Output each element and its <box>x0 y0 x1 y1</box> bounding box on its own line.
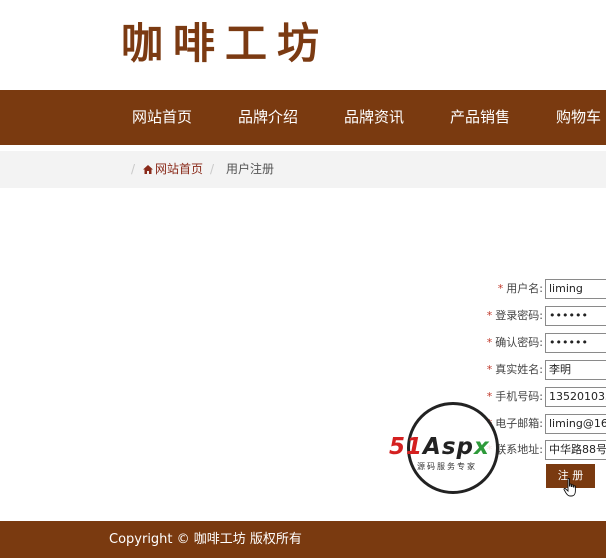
site-logo[interactable]: 咖啡工坊 <box>121 18 329 70</box>
watermark: 51Aspx 源码服务专家 <box>389 402 509 494</box>
nav-item-product-sales[interactable]: 产品销售 <box>450 90 510 145</box>
breadcrumb-separator: / <box>131 162 136 176</box>
watermark-brand: 51Aspx <box>389 434 490 460</box>
breadcrumb-home-link[interactable]: 网站首页 <box>143 151 203 188</box>
main-nav: 网站首页 品牌介绍 品牌资讯 产品销售 购物车 <box>0 90 606 145</box>
email-field[interactable]: liming@163.com <box>545 414 606 434</box>
username-field[interactable]: liming <box>545 279 606 299</box>
watermark-subtitle: 源码服务专家 <box>417 462 477 471</box>
breadcrumb: / 网站首页 / 用户注册 <box>0 151 606 188</box>
confirm-password-field[interactable]: •••••• <box>545 333 606 353</box>
hand-cursor-icon <box>563 478 579 498</box>
real-name-label: * 真实姓名: <box>486 363 543 376</box>
nav-item-brand-intro[interactable]: 品牌介绍 <box>238 90 298 145</box>
phone-field[interactable]: 13520103388 <box>545 387 606 407</box>
copyright-text: Copyright © 咖啡工坊 版权所有 <box>109 532 302 547</box>
address-field[interactable]: 中华路88号 <box>545 440 606 460</box>
username-label: * 用户名: <box>497 282 543 295</box>
password-field[interactable]: •••••• <box>545 306 606 326</box>
nav-item-home[interactable]: 网站首页 <box>132 90 192 145</box>
real-name-field[interactable]: 李明 <box>545 360 606 380</box>
password-label: * 登录密码: <box>486 309 543 322</box>
header: 咖啡工坊 <box>0 0 606 90</box>
confirm-password-label: * 确认密码: <box>486 336 543 349</box>
breadcrumb-separator: / <box>210 162 215 176</box>
home-icon <box>143 165 153 174</box>
nav-item-cart[interactable]: 购物车 <box>556 90 601 145</box>
breadcrumb-home-label: 网站首页 <box>155 162 204 176</box>
footer: Copyright © 咖啡工坊 版权所有 <box>0 521 606 558</box>
nav-item-brand-news[interactable]: 品牌资讯 <box>344 90 404 145</box>
breadcrumb-current: 用户注册 <box>226 162 275 176</box>
